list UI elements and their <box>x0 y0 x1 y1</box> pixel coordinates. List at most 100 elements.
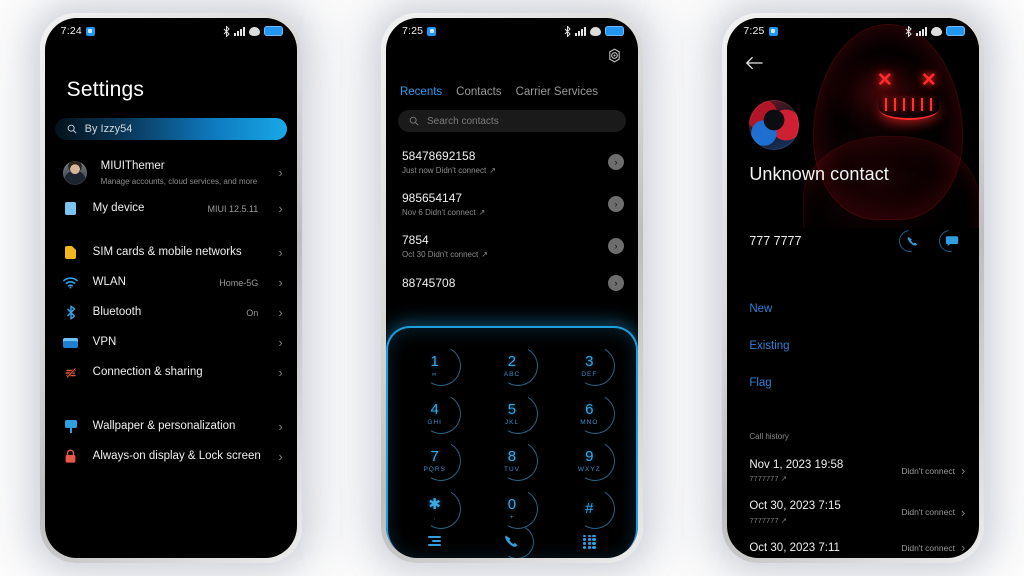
dialpad-key-star[interactable]: ✱ , <box>396 484 473 534</box>
settings-row-value: Home-5G <box>219 277 259 288</box>
dialpad-key-3[interactable]: 3 DEF <box>551 341 628 391</box>
status-time: 7:24 <box>60 25 82 37</box>
list-item[interactable]: 88745708 › <box>386 267 638 299</box>
call-meta: Nov 6 Didn't connect <box>401 208 476 217</box>
chevron-right-icon: › <box>278 335 283 351</box>
status-bar-left: 7:25 <box>743 25 778 37</box>
dialpad-key-9[interactable]: 9 WXYZ <box>551 437 628 486</box>
call-number: 58478692158 <box>401 149 476 163</box>
bluetooth-icon <box>223 25 230 37</box>
bluetooth-icon <box>564 25 571 37</box>
recents-list: 58478692158 Just now Didn't connect ↗ › … <box>386 132 638 299</box>
gear-icon[interactable] <box>607 48 622 68</box>
screenshot-stage: 7:24 Settings By Izzy54 MIUIThemer Manag… <box>0 0 1024 576</box>
call-number: 88745708 <box>401 275 456 290</box>
dialpad-panel: 1 ∞ 2 ABC 3 DEF 4 GHI 5 JKL 6 MNO 7 PQRS… <box>385 326 638 558</box>
outgoing-arrow-icon: ↗ <box>489 166 496 175</box>
call-icon[interactable] <box>496 520 538 558</box>
table-row[interactable]: Nov 1, 2023 19:58 7777777 ↗ Didn't conne… <box>727 450 979 491</box>
battery-icon <box>946 26 966 36</box>
wallpaper-icon <box>63 419 79 435</box>
history-date: Oct 30, 2023 7:15 <box>749 500 841 513</box>
wifi-icon <box>931 26 943 36</box>
link-new[interactable]: New <box>749 303 789 315</box>
signal-icon <box>233 26 245 36</box>
link-existing[interactable]: Existing <box>749 340 789 352</box>
app-badge-icon <box>85 26 95 36</box>
call-details-button[interactable]: › <box>607 238 624 254</box>
settings-row-wallpaper[interactable]: Wallpaper & personalization › <box>45 412 297 442</box>
settings-row-label: Wallpaper & personalization <box>92 419 236 432</box>
chevron-right-icon: › <box>278 449 283 465</box>
dialpad-key-hash[interactable]: # <box>551 484 628 534</box>
search-icon <box>67 124 77 134</box>
eye-right-icon: ✕ <box>920 70 937 91</box>
list-divider <box>45 224 297 238</box>
settings-row-connection-sharing[interactable]: Connection & sharing › <box>45 358 297 388</box>
dialpad-key-1[interactable]: 1 ∞ <box>396 341 473 391</box>
table-row[interactable]: Oct 30, 2023 7:11 Didn't connect › <box>727 533 979 558</box>
contact-name: Unknown contact <box>749 164 889 184</box>
search-contacts-input[interactable]: Search contacts <box>397 110 626 132</box>
call-details-button[interactable]: › <box>607 275 624 291</box>
connection-sharing-icon <box>63 365 79 381</box>
status-bar: 7:24 <box>45 18 297 44</box>
link-flag[interactable]: Flag <box>749 377 789 389</box>
dialpad-key-7[interactable]: 7 PQRS <box>396 437 473 486</box>
status-bar-right <box>564 25 624 37</box>
back-arrow-icon[interactable] <box>745 56 764 75</box>
dialpad-key-5[interactable]: 5 JKL <box>473 389 550 438</box>
settings-row-label: SIM cards & mobile networks <box>92 245 242 258</box>
search-icon <box>409 116 419 126</box>
search-input[interactable]: By Izzy54 <box>54 118 287 140</box>
settings-row-sim[interactable]: SIM cards & mobile networks › <box>45 238 297 268</box>
outgoing-arrow-icon: ↗ <box>481 250 488 259</box>
list-item[interactable]: 985654147 Nov 6 Didn't connect ↗ › <box>386 183 638 225</box>
settings-row-account[interactable]: MIUIThemer Manage accounts, cloud servic… <box>45 152 297 194</box>
status-bar: 7:25 <box>386 18 638 44</box>
list-divider <box>45 388 297 412</box>
outgoing-arrow-icon: ↗ <box>478 208 486 217</box>
dialpad-key-8[interactable]: 8 TUV <box>473 437 550 486</box>
call-icon[interactable] <box>894 225 926 257</box>
settings-row-vpn[interactable]: VPN › <box>45 328 297 358</box>
contact-actions <box>894 225 966 257</box>
contact-link-list: New Existing Flag <box>749 303 789 414</box>
settings-row-bluetooth[interactable]: Bluetooth On › <box>45 298 297 328</box>
dialpad-key-4[interactable]: 4 GHI <box>396 389 473 438</box>
chevron-right-icon: › <box>278 275 283 291</box>
settings-row-label: Connection & sharing <box>92 365 203 378</box>
dialpad-key-6[interactable]: 6 MNO <box>551 389 628 438</box>
call-history-list: Nov 1, 2023 19:58 7777777 ↗ Didn't conne… <box>727 450 979 558</box>
dialpad-grid: 1 ∞ 2 ABC 3 DEF 4 GHI 5 JKL 6 MNO 7 PQRS… <box>396 341 628 558</box>
message-icon[interactable] <box>934 225 966 257</box>
bluetooth-icon <box>905 25 913 37</box>
device-icon <box>63 201 79 217</box>
settings-list: MIUIThemer Manage accounts, cloud servic… <box>45 140 297 472</box>
chevron-right-icon: › <box>960 540 966 556</box>
settings-screen: 7:24 Settings By Izzy54 MIUIThemer Manag… <box>44 18 297 558</box>
settings-row-my-device[interactable]: My device MIUI 12.5.11 › <box>45 194 297 224</box>
table-row[interactable]: Oct 30, 2023 7:15 7777777 ↗ Didn't conne… <box>727 491 979 532</box>
settings-row-lock-screen[interactable]: Always-on display & Lock screen › <box>45 442 297 472</box>
call-details-button[interactable]: › <box>607 196 624 212</box>
settings-row-value: MIUI 12.5.11 <box>207 203 259 214</box>
settings-row-wlan[interactable]: WLAN Home-5G › <box>45 268 297 298</box>
outgoing-arrow-icon: ↗ <box>780 515 787 525</box>
signal-icon <box>916 26 928 36</box>
dialpad-key-2[interactable]: 2 ABC <box>473 341 550 391</box>
tab-recents[interactable]: Recents <box>400 86 442 98</box>
keypad-icon[interactable] <box>582 534 596 549</box>
wifi-icon <box>248 26 260 36</box>
chevron-right-icon: › <box>278 419 283 435</box>
call-log-list-icon[interactable] <box>428 536 442 547</box>
list-item[interactable]: 58478692158 Just now Didn't connect ↗ › <box>386 141 638 183</box>
contact-avatar[interactable] <box>749 100 800 150</box>
chevron-right-icon: › <box>278 365 283 381</box>
list-item[interactable]: 7854 Oct 30 Didn't connect ↗ › <box>386 225 638 267</box>
call-details-button[interactable]: › <box>607 154 624 170</box>
history-date: Oct 30, 2023 7:11 <box>749 541 840 554</box>
tab-carrier-services[interactable]: Carrier Services <box>516 86 598 98</box>
signal-icon <box>574 26 586 36</box>
tab-contacts[interactable]: Contacts <box>456 86 501 98</box>
